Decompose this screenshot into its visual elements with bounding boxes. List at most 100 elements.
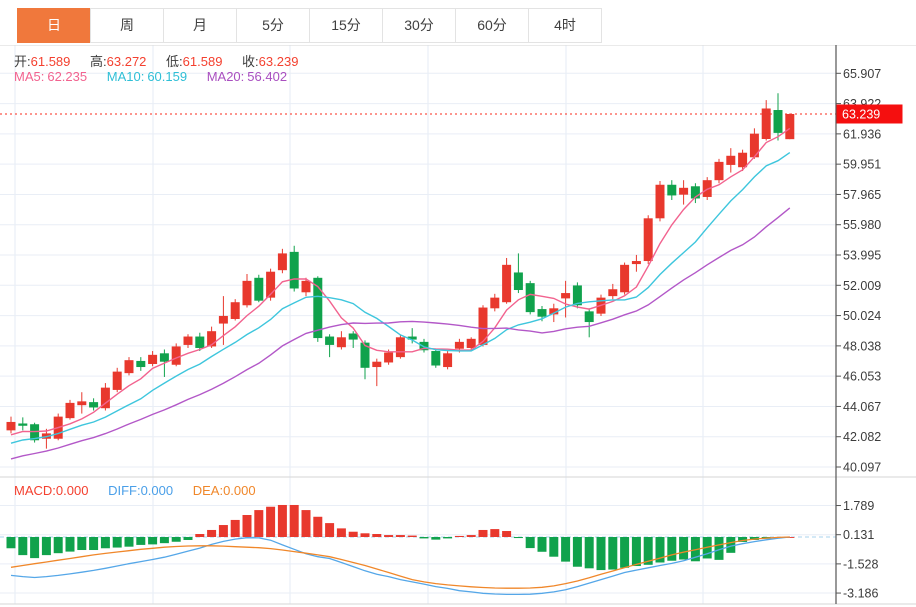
macd-bar (301, 510, 311, 537)
macd-bar (183, 537, 193, 540)
macd-bar (584, 537, 594, 569)
macd-bar (230, 519, 240, 537)
axis-tick-label: 48.038 (843, 339, 881, 353)
ma10-line (10, 152, 791, 444)
candle-body (431, 351, 441, 366)
macd-bar (289, 504, 299, 537)
tab-week[interactable]: 周 (90, 8, 164, 43)
macd-bar (18, 537, 28, 556)
macd-bar (89, 537, 99, 551)
axis-tick-label: 46.053 (843, 370, 881, 384)
macd-bar (667, 537, 677, 561)
macd-bar (537, 537, 547, 552)
macd-bar (195, 534, 205, 537)
ma10-value: 60.159 (147, 69, 188, 84)
macd-bar (65, 537, 75, 552)
candle-body (608, 289, 618, 297)
candle-body (348, 333, 358, 340)
dea-label: DEA: (192, 483, 224, 498)
ma-legend: MA5: 62.235 MA10: 60.159 MA20: 56.402 (14, 69, 303, 84)
macd-bar (41, 537, 51, 556)
tab-month[interactable]: 月 (163, 8, 237, 43)
candle-body (584, 311, 594, 323)
macd-bar (325, 523, 335, 537)
candle-body (195, 336, 205, 348)
candle-body (254, 277, 264, 301)
candle-body (714, 161, 724, 181)
candle-body (525, 283, 535, 313)
axis-tick-label: -1.528 (843, 557, 878, 571)
candle-body (77, 401, 87, 406)
macd-bar (77, 537, 87, 551)
macd-bar (395, 535, 405, 537)
ma5-label: MA5: (14, 69, 45, 84)
macd-bar (100, 537, 110, 549)
candle-body (631, 261, 641, 265)
candle-body (490, 297, 500, 309)
axis-tick-label: 55.980 (843, 218, 881, 232)
axis-tick-label: 65.907 (843, 67, 881, 81)
macd-legend: MACD:0.000 DIFF:0.000 DEA:0.000 (14, 483, 272, 498)
candle-body (395, 337, 405, 358)
candle-body (6, 421, 16, 431)
dea-value: 0.000 (223, 483, 256, 498)
candle-body (502, 264, 512, 303)
tab-day[interactable]: 日 (17, 8, 91, 43)
close-label: 收: (242, 54, 259, 69)
candle-body (136, 360, 146, 368)
macd-label: MACD: (14, 483, 56, 498)
low-value: 61.589 (182, 54, 223, 69)
candle-body (336, 337, 346, 348)
low-label: 低: (166, 54, 183, 69)
candle-body (159, 353, 169, 362)
axis-tick-label: 1.789 (843, 499, 874, 513)
candle-body (655, 184, 665, 219)
candle-body (372, 361, 382, 368)
macd-bar (171, 537, 181, 542)
open-value: 61.589 (30, 54, 71, 69)
macd-bar (313, 516, 323, 537)
candle-body (620, 264, 630, 293)
tab-5min[interactable]: 5分 (236, 8, 310, 43)
ma10-label: MA10: (106, 69, 145, 84)
tab-15min[interactable]: 15分 (309, 8, 383, 43)
macd-bar (443, 537, 453, 539)
macd-bar (679, 537, 689, 560)
tab-30min[interactable]: 30分 (382, 8, 456, 43)
macd-bar (207, 529, 217, 537)
kline-chart-app: 日 周 月 5分 15分 30分 60分 4时 开:61.589 高:63.27… (0, 0, 916, 607)
ma5-line (10, 127, 791, 436)
macd-bar (549, 537, 559, 557)
macd-bar (124, 537, 134, 547)
axis-tick-label: 42.082 (843, 430, 881, 444)
candle-body (478, 307, 488, 345)
macd-bar (266, 506, 276, 537)
chart-canvas[interactable]: 65.90763.92261.93659.95157.96555.98053.9… (0, 45, 916, 607)
macd-bar (136, 537, 146, 545)
axis-tick-label: 59.951 (843, 158, 881, 172)
candle-body (443, 353, 453, 368)
candle-body (148, 354, 158, 364)
high-label: 高: (90, 54, 107, 69)
open-label: 开: (14, 54, 31, 69)
macd-bar (431, 537, 441, 540)
candle-body (183, 336, 193, 345)
macd-bar (384, 535, 394, 537)
ma20-label: MA20: (206, 69, 245, 84)
price-badge-text: 63.239 (842, 107, 880, 121)
tab-4hour[interactable]: 4时 (528, 8, 602, 43)
tab-60min[interactable]: 60分 (455, 8, 529, 43)
candle-body (18, 423, 28, 426)
candle-body (679, 187, 689, 195)
axis-tick-label: 61.936 (843, 127, 881, 141)
candle-body (643, 218, 653, 262)
candle-body (89, 402, 99, 408)
candle-body (726, 155, 736, 165)
macd-bar (525, 537, 535, 549)
candle-body (561, 293, 571, 299)
candle-body (466, 338, 476, 348)
candle-body (537, 309, 547, 317)
macd-bar (242, 515, 252, 537)
candle-body (667, 184, 677, 196)
axis-tick-label: 40.097 (843, 460, 881, 474)
